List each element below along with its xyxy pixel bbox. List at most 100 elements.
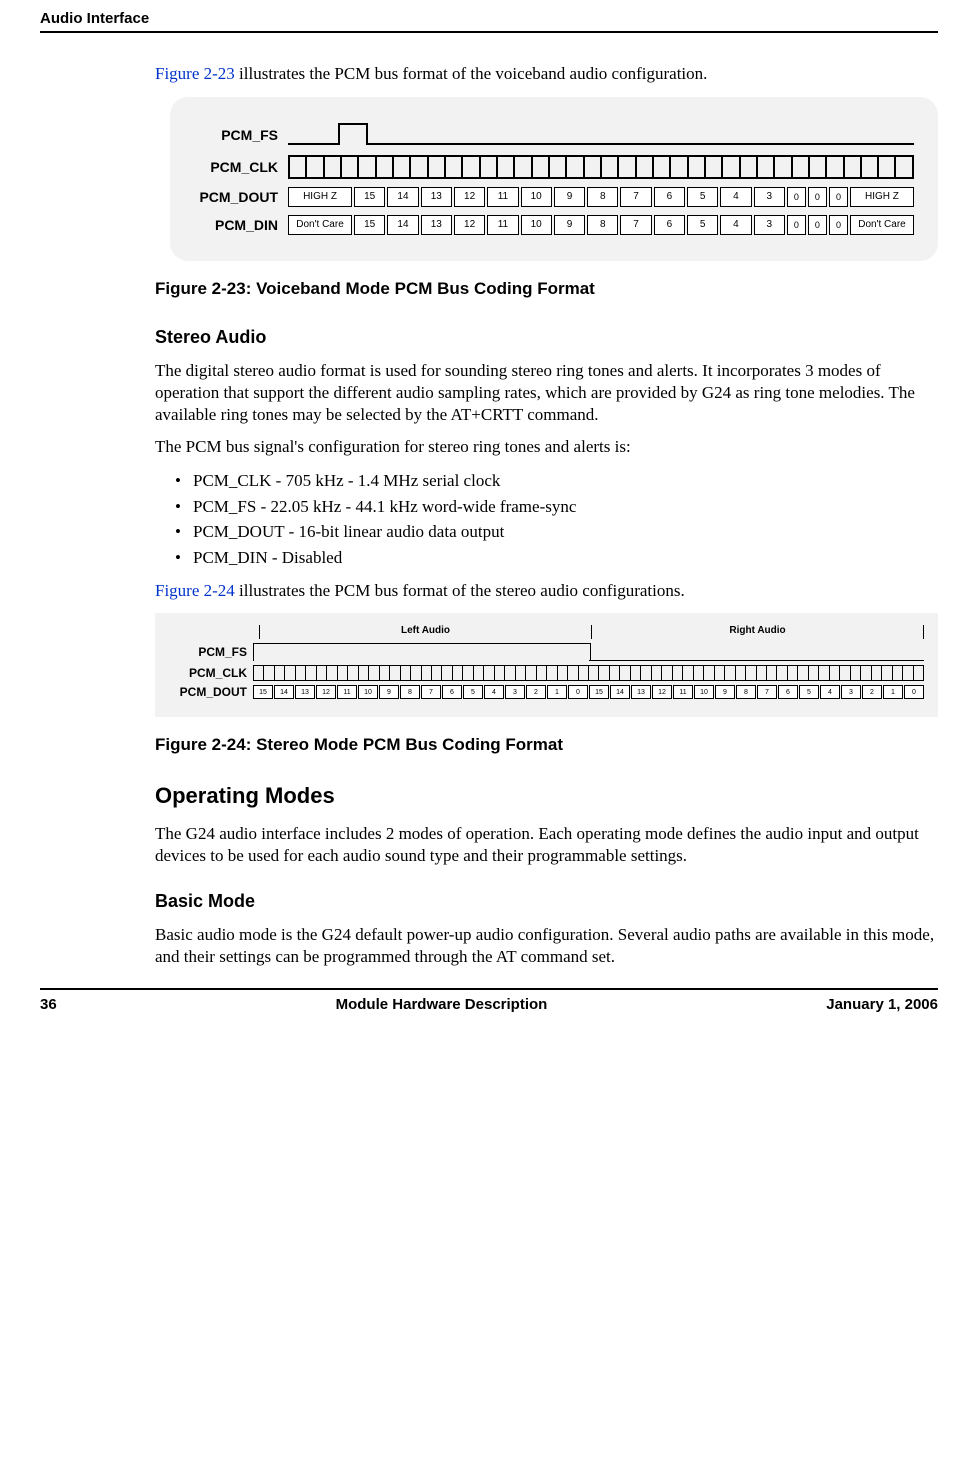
pcm-din-cells: Don't Care 15 14 13 12 11 10 9 8 7 6 5 4…	[288, 215, 914, 235]
cell: 11	[673, 685, 693, 699]
page-footer: 36 Module Hardware Description January 1…	[40, 988, 938, 1013]
cell: 14	[274, 685, 294, 699]
operating-modes-heading: Operating Modes	[155, 783, 938, 809]
cell: 14	[387, 215, 418, 235]
figure-reference-link[interactable]: Figure 2-23	[155, 64, 235, 83]
cell: HIGH Z	[850, 187, 914, 207]
intro-text: illustrates the PCM bus format of the vo…	[235, 64, 708, 83]
cell: 4	[820, 685, 840, 699]
cell: 2	[862, 685, 882, 699]
stereo-audio-heading: Stereo Audio	[155, 327, 938, 348]
cell: 15	[589, 685, 609, 699]
cell: 9	[554, 187, 585, 207]
footer-date: January 1, 2006	[826, 996, 938, 1013]
pcm-clk-waveform	[288, 155, 914, 179]
cell: 8	[736, 685, 756, 699]
list-item: PCM_FS - 22.05 kHz - 44.1 kHz word-wide …	[175, 494, 938, 520]
cell: 12	[454, 187, 485, 207]
figure-2-24: Left Audio Right Audio PCM_FS PCM_CLK PC…	[155, 613, 938, 717]
cell: 11	[487, 187, 518, 207]
basic-mode-heading: Basic Mode	[155, 891, 938, 912]
figure-2-23-caption: Figure 2-23: Voiceband Mode PCM Bus Codi…	[155, 279, 938, 299]
cell: 6	[654, 187, 685, 207]
pcm-fs-label: PCM_FS	[188, 127, 288, 143]
cell: 14	[610, 685, 630, 699]
stereo-dout-cells: 15 14 13 12 11 10 9 8 7 6 5 4 3 2 1 0 15	[253, 685, 924, 699]
cell: 5	[687, 187, 718, 207]
cell: 13	[295, 685, 315, 699]
cell: 10	[521, 215, 552, 235]
header-rule	[40, 31, 938, 33]
cell: 13	[421, 187, 452, 207]
cell: 1	[547, 685, 567, 699]
figure-reference-link[interactable]: Figure 2-24	[155, 581, 235, 600]
page-number: 36	[40, 996, 57, 1013]
left-audio-label: Left Audio	[259, 625, 591, 639]
basic-mode-paragraph: Basic audio mode is the G24 default powe…	[155, 924, 938, 968]
cell: 12	[652, 685, 672, 699]
cell: 9	[715, 685, 735, 699]
stereo-figref-rest: illustrates the PCM bus format of the st…	[235, 581, 685, 600]
cell: 0	[829, 215, 848, 235]
cell: 13	[631, 685, 651, 699]
cell: 0	[808, 187, 827, 207]
intro-paragraph-1: Figure 2-23 illustrates the PCM bus form…	[155, 63, 938, 85]
cell: 4	[484, 685, 504, 699]
cell: 5	[799, 685, 819, 699]
stereo-paragraph-3: Figure 2-24 illustrates the PCM bus form…	[155, 580, 938, 602]
cell: 13	[421, 215, 452, 235]
list-item: PCM_DIN - Disabled	[175, 545, 938, 571]
cell: 14	[387, 187, 418, 207]
cell: 6	[778, 685, 798, 699]
operating-modes-paragraph: The G24 audio interface includes 2 modes…	[155, 823, 938, 867]
cell: 11	[337, 685, 357, 699]
cell: 6	[442, 685, 462, 699]
stereo-dout-label: PCM_DOUT	[169, 685, 253, 699]
figure-2-23: PCM_FS PCM_CLK PCM_DOUT HIGH Z 15 14 13	[170, 97, 938, 261]
cell: 7	[421, 685, 441, 699]
stereo-clk-waveform	[253, 665, 924, 681]
pcm-fs-waveform	[288, 123, 914, 147]
stereo-fs-waveform	[253, 643, 924, 661]
cell: 6	[654, 215, 685, 235]
cell: 0	[568, 685, 588, 699]
cell: 7	[757, 685, 777, 699]
pcm-clk-label: PCM_CLK	[188, 159, 288, 175]
right-audio-label: Right Audio	[591, 625, 924, 639]
pcm-dout-row: PCM_DOUT HIGH Z 15 14 13 12 11 10 9 8 7 …	[188, 187, 914, 207]
cell: 3	[841, 685, 861, 699]
main-content: Figure 2-23 illustrates the PCM bus form…	[155, 63, 938, 968]
running-header: Audio Interface	[40, 10, 938, 31]
cell: 0	[808, 215, 827, 235]
pcm-clk-row: PCM_CLK	[188, 155, 914, 179]
cell: 4	[720, 215, 751, 235]
list-item: PCM_DOUT - 16-bit linear audio data outp…	[175, 519, 938, 545]
cell: 10	[358, 685, 378, 699]
pcm-din-label: PCM_DIN	[188, 217, 288, 233]
stereo-clk-label: PCM_CLK	[169, 666, 253, 680]
cell: 8	[587, 215, 618, 235]
cell: 0	[787, 187, 806, 207]
cell: 10	[521, 187, 552, 207]
cell: 5	[463, 685, 483, 699]
pcm-din-row: PCM_DIN Don't Care 15 14 13 12 11 10 9 8…	[188, 215, 914, 235]
cell: 0	[904, 685, 924, 699]
stereo-fs-row: PCM_FS	[169, 643, 924, 661]
cell: 3	[754, 215, 785, 235]
cell: 2	[526, 685, 546, 699]
cell: 1	[883, 685, 903, 699]
pcm-dout-label: PCM_DOUT	[188, 189, 288, 205]
pcm-dout-cells: HIGH Z 15 14 13 12 11 10 9 8 7 6 5 4 3 0…	[288, 187, 914, 207]
cell: 12	[316, 685, 336, 699]
cell: 12	[454, 215, 485, 235]
cell: 15	[354, 187, 385, 207]
cell: 7	[620, 215, 651, 235]
stereo-clk-row: PCM_CLK	[169, 665, 924, 681]
figure-2-24-caption: Figure 2-24: Stereo Mode PCM Bus Coding …	[155, 735, 938, 755]
stereo-channel-labels: Left Audio Right Audio	[259, 625, 924, 639]
stereo-fs-label: PCM_FS	[169, 645, 253, 659]
stereo-bullet-list: PCM_CLK - 705 kHz - 1.4 MHz serial clock…	[155, 468, 938, 570]
cell: 7	[620, 187, 651, 207]
cell: 5	[687, 215, 718, 235]
stereo-dout-row: PCM_DOUT 15 14 13 12 11 10 9 8 7 6 5 4 3…	[169, 685, 924, 699]
